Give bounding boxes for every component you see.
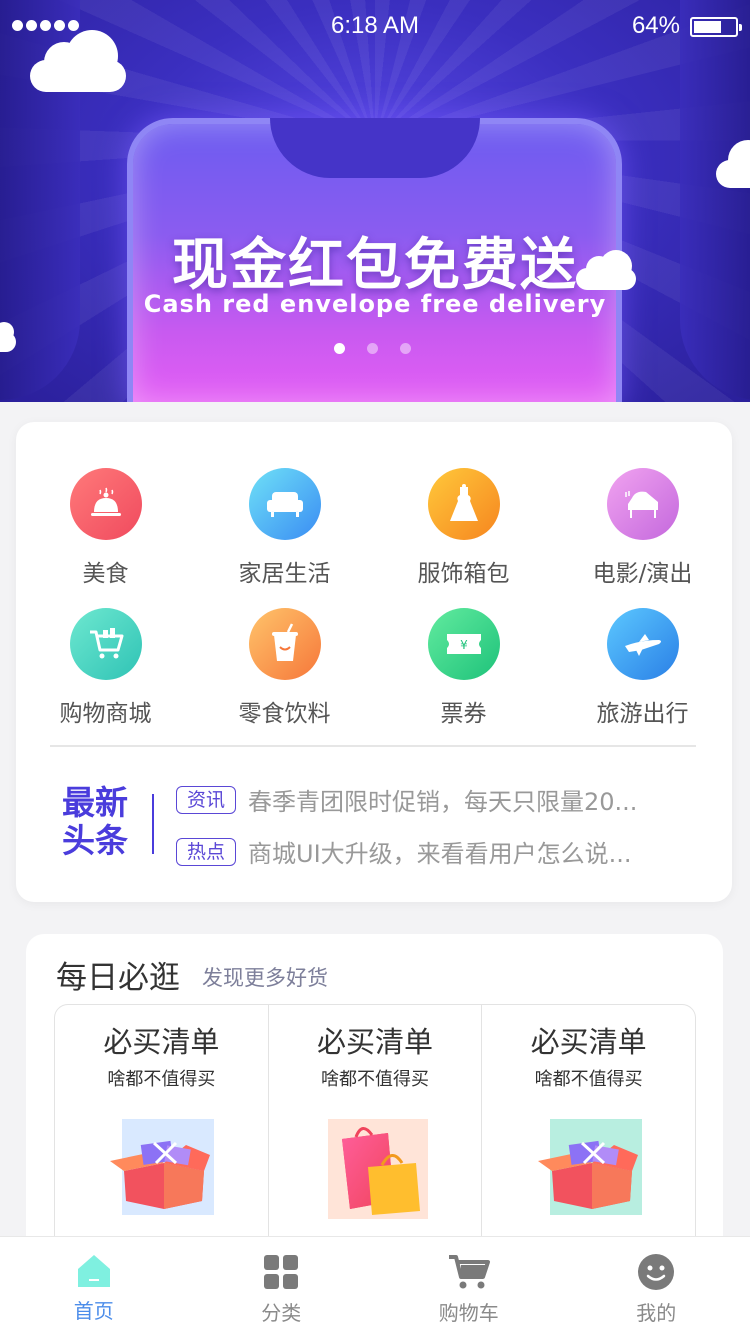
tab-label: 分类 [261, 1301, 302, 1325]
tab-home[interactable]: 首页 [0, 1237, 188, 1334]
category-card: 美食 家居生活 服饰箱包 电影/演出 购物商城 零食饮料 ¥ 票券 旅游出行 最… [16, 422, 732, 902]
cart-icon [448, 1255, 490, 1289]
gift-box-icon [110, 1119, 215, 1215]
carousel-dot[interactable] [400, 343, 411, 354]
carousel-dot[interactable] [367, 343, 378, 354]
category-label: 美食 [82, 561, 129, 587]
banner-box-notch [270, 118, 480, 178]
food-cloche-icon [69, 468, 142, 540]
news-heading: 最新 头条 [62, 784, 142, 860]
news-tag: 资讯 [176, 785, 237, 814]
news-tag: 热点 [176, 837, 237, 866]
home-icon [77, 1255, 110, 1287]
news-heading-line: 最新 [62, 783, 128, 822]
news-text: 春季青团限时促销，每天只限量20... [248, 788, 638, 816]
category-label: 电影/演出 [592, 561, 693, 587]
cloud-icon [716, 140, 750, 190]
category-grid: 美食 家居生活 服饰箱包 电影/演出 购物商城 零食饮料 ¥ 票券 旅游出行 [16, 468, 732, 728]
news-item[interactable]: 热点 商城UI大升级，来看看用户怎么说... [176, 834, 632, 869]
tab-bar: 首页 分类 购物车 我的 [0, 1236, 750, 1334]
daily-item-title: 必买清单 [317, 1025, 434, 1059]
category-food[interactable]: 美食 [16, 468, 195, 588]
cloud-icon [0, 322, 18, 354]
category-travel[interactable]: 旅游出行 [553, 608, 732, 728]
daily-item-subtitle: 啥都不值得买 [321, 1069, 429, 1090]
daily-item-title: 必买清单 [103, 1025, 220, 1059]
svg-text:¥: ¥ [460, 638, 468, 652]
sofa-icon [248, 468, 321, 540]
banner-subtitle: Cash red envelope free delivery [143, 290, 607, 318]
news-item[interactable]: 资讯 春季青团限时促销，每天只限量20... [176, 782, 637, 817]
category-tickets[interactable]: ¥ 票券 [374, 608, 553, 728]
category-movie[interactable]: 电影/演出 [553, 468, 732, 588]
category-label: 购物商城 [59, 701, 152, 727]
curtain-right [680, 0, 750, 400]
airplane-icon [606, 608, 679, 680]
hero-banner[interactable]: 现金红包免费送 Cash red envelope free delivery [0, 0, 750, 402]
daily-card: 每日必逛 发现更多好货 必买清单 啥都不值得买 必买清单 啥都不值得买 必买清单… [26, 934, 723, 1304]
daily-item-subtitle: 啥都不值得买 [107, 1069, 216, 1090]
ticket-icon: ¥ [427, 608, 500, 680]
news-text: 商城UI大升级，来看看用户怎么说... [248, 840, 632, 868]
category-label: 家居生活 [238, 561, 331, 587]
daily-item-subtitle: 啥都不值得买 [534, 1069, 643, 1090]
shopping-cart-icon [69, 608, 142, 680]
grid-icon [264, 1255, 299, 1289]
category-snacks[interactable]: 零食饮料 [195, 608, 374, 728]
category-home[interactable]: 家居生活 [195, 468, 374, 588]
daily-title: 每日必逛 [56, 960, 180, 996]
tab-category[interactable]: 分类 [188, 1237, 376, 1334]
tab-label: 首页 [73, 1299, 114, 1323]
dress-icon [427, 468, 500, 540]
tab-label: 购物车 [438, 1301, 499, 1325]
battery-percent: 64% [631, 12, 680, 39]
drink-cup-icon [248, 608, 321, 680]
carousel-dot[interactable] [334, 343, 345, 354]
tab-cart[interactable]: 购物车 [375, 1237, 563, 1334]
tab-label: 我的 [636, 1301, 677, 1325]
smiley-icon [638, 1254, 675, 1290]
category-fashion[interactable]: 服饰箱包 [374, 468, 553, 588]
news-heading-line: 头条 [62, 821, 128, 860]
cloud-icon [576, 250, 638, 292]
daily-item-title: 必买清单 [530, 1025, 647, 1059]
category-shopping[interactable]: 购物商城 [16, 608, 195, 728]
status-bar: 6:18 AM 64% [0, 0, 750, 52]
battery-icon [690, 17, 742, 37]
carousel-indicator [334, 343, 411, 354]
category-label: 零食饮料 [238, 701, 331, 727]
category-label: 服饰箱包 [417, 561, 510, 587]
piano-icon [606, 468, 679, 540]
gift-box-icon [537, 1119, 642, 1215]
shopping-bags-icon [328, 1119, 428, 1219]
daily-subtitle-link[interactable]: 发现更多好货 [202, 962, 328, 992]
category-label: 票券 [440, 701, 487, 727]
divider [50, 745, 696, 747]
news-divider [152, 794, 154, 854]
tab-profile[interactable]: 我的 [563, 1237, 750, 1334]
category-label: 旅游出行 [596, 701, 689, 727]
